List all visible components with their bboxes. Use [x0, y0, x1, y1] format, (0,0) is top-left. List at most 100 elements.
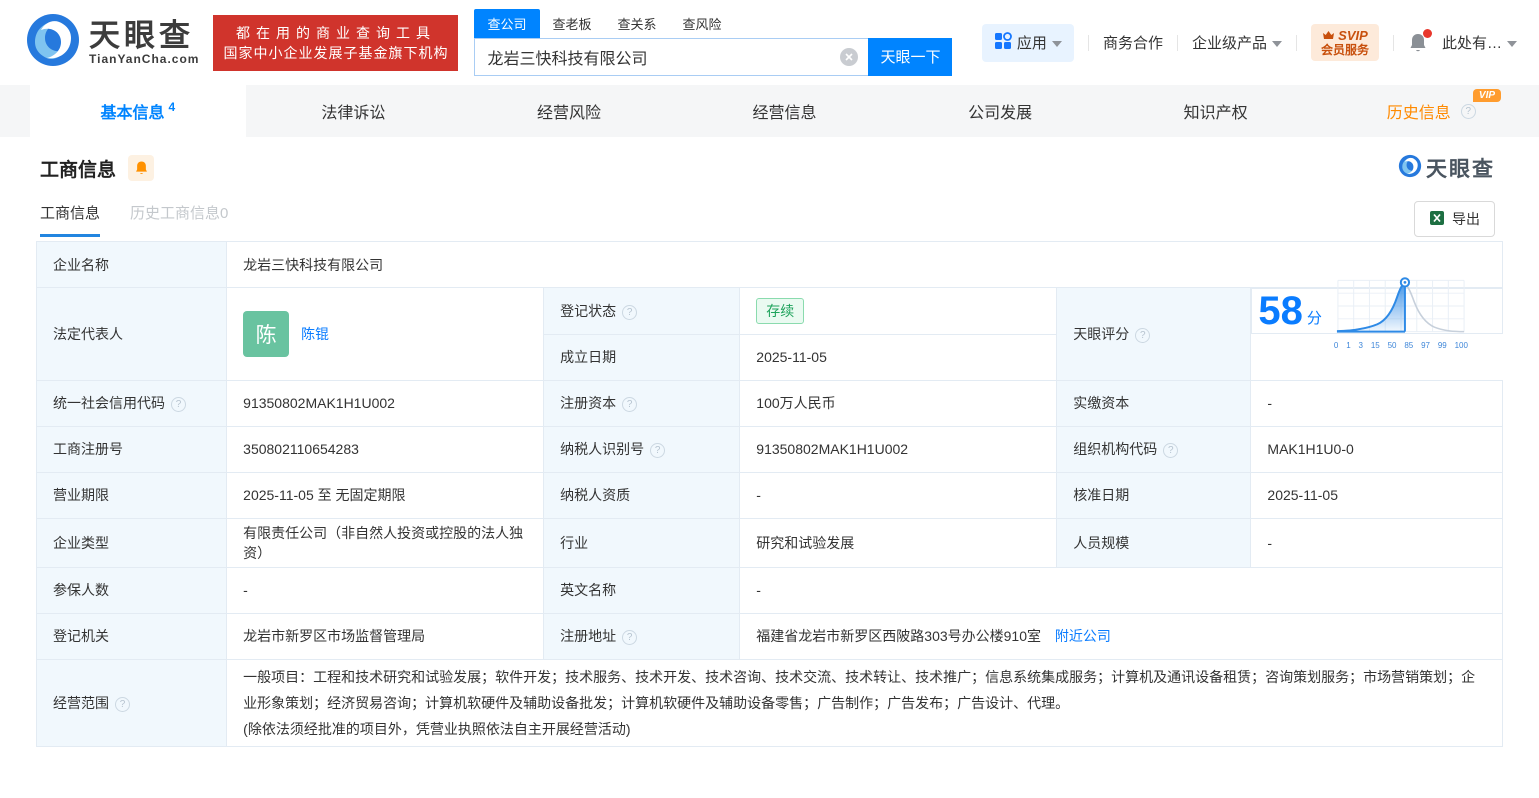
staff-size-value: - [1250, 517, 1503, 568]
tab-intellectual-property[interactable]: 知识产权 [1108, 85, 1324, 137]
search-input-wrap [474, 37, 869, 76]
subtab-row: 工商信息 历史工商信息0 导出 [0, 183, 1539, 237]
slogan-line1: 都在用的商业查询工具 [235, 24, 436, 41]
table-row: 经营范围 一般项目：工程和技术研究和试验发展；软件开发；技术服务、技术开发、技术… [35, 658, 1503, 747]
monitor-bell-icon[interactable] [128, 155, 155, 181]
tianyancha-logo[interactable]: 天眼查 TianYanCha.com [25, 12, 199, 73]
notification-bell-icon[interactable] [1408, 28, 1432, 54]
reg-capital-value: 100万人民币 [739, 379, 1058, 427]
table-row: 统一社会信用代码 91350802MAK1H1U002 注册资本 100万人民币… [35, 379, 1503, 427]
help-icon[interactable] [622, 630, 638, 645]
chevron-down-icon [1271, 40, 1282, 47]
vip-badge: VIP [1472, 89, 1502, 102]
logo-domain: TianYanCha.com [89, 51, 200, 66]
watermark-logo: 天眼查 [1398, 153, 1495, 183]
divider [1087, 34, 1089, 51]
svip-label: SVIP [1338, 28, 1368, 43]
status-badge: 存续 [756, 297, 805, 324]
excel-icon [1429, 210, 1445, 229]
svip-membership-button[interactable]: SVIP 会员服务 [1310, 24, 1379, 61]
logo-title: 天眼查 [89, 17, 194, 53]
company-type-value: 有限责任公司（非自然人投资或控股的法人独资） [226, 517, 545, 568]
help-icon[interactable] [1135, 327, 1151, 343]
business-scope-cell: 一般项目：工程和技术研究和试验发展；软件开发；技术服务、技术开发、技术咨询、技术… [226, 658, 1503, 747]
export-label: 导出 [1452, 211, 1480, 227]
tab-operating-info[interactable]: 经营信息 [677, 85, 893, 137]
main-content: 工商信息 天眼查 工商信息 历史工商信息0 导出 企业名称 龙岩三快科技有限公司… [0, 137, 1539, 747]
search-area: 查公司 查老板 查关系 查风险 天眼一下 [474, 8, 953, 76]
field-label: 经营范围 [35, 658, 228, 747]
tianyancha-swirl-icon [25, 12, 81, 73]
tab-operating-risk[interactable]: 经营风险 [461, 85, 677, 137]
help-icon[interactable] [622, 304, 638, 320]
help-icon[interactable] [1163, 443, 1179, 458]
tab-count-badge: 4 [168, 100, 176, 114]
field-label: 统一社会信用代码 [35, 379, 228, 427]
slogan-line2: 国家中小企业发展子基金旗下机构 [223, 44, 449, 61]
apps-menu[interactable]: 应用 [981, 23, 1074, 62]
avatar: 陈 [243, 310, 290, 357]
search-tabs: 查公司 查老板 查关系 查风险 [474, 8, 952, 38]
business-scope-note: (除依法须经批准的项目外，凭营业执照依法自主开展经营活动) [243, 720, 631, 737]
help-icon[interactable] [622, 397, 638, 412]
search-tab-company[interactable]: 查公司 [474, 8, 540, 38]
watermark-text: 天眼查 [1426, 158, 1495, 181]
nav-cooperation[interactable]: 商务合作 [1103, 32, 1163, 53]
field-label: 工商注册号 [35, 425, 228, 473]
apps-grid-icon [994, 31, 1012, 54]
score-distribution-chart: 01 3 15 50 85 97 99 100 [1332, 272, 1470, 350]
business-scope-value: 一般项目：工程和技术研究和试验发展；软件开发；技术服务、技术开发、技术咨询、技术… [243, 668, 1476, 711]
legal-rep-link[interactable]: 陈锟 [301, 324, 329, 344]
field-label: 营业期限 [35, 471, 228, 519]
search-tab-boss[interactable]: 查老板 [540, 9, 605, 38]
help-icon[interactable] [115, 697, 130, 712]
subtab-history-business-info[interactable]: 历史工商信息0 [130, 202, 228, 237]
field-label: 实缴资本 [1056, 379, 1252, 427]
field-label: 纳税人资质 [543, 471, 741, 519]
field-label: 组织机构代码 [1056, 425, 1252, 473]
tab-legal-litigation[interactable]: 法律诉讼 [246, 85, 462, 137]
tab-company-development[interactable]: 公司发展 [892, 85, 1108, 137]
field-label: 登记状态 [543, 287, 741, 335]
org-code-value: MAK1H1U0-0 [1250, 425, 1503, 473]
header-nav: 应用 商务合作 企业级产品 SVIP 会员服务 此处有… [981, 23, 1517, 62]
help-icon[interactable] [171, 397, 186, 412]
field-label: 纳税人识别号 [543, 425, 741, 473]
section-title: 工商信息 [40, 159, 117, 181]
divider [1295, 34, 1297, 51]
tab-history-info[interactable]: 历史信息 VIP [1323, 85, 1539, 137]
notification-dot [1422, 28, 1432, 38]
divider [1176, 34, 1178, 51]
business-info-table: 企业名称 龙岩三快科技有限公司 法定代表人 陈 陈锟 登记状态 存续 天眼评分 … [35, 241, 1503, 747]
nearby-companies-link[interactable]: 附近公司 [1055, 628, 1111, 644]
establish-date-value: 2025-11-05 [739, 333, 1058, 381]
field-label: 人员规模 [1056, 517, 1252, 568]
slogan-banner: 都在用的商业查询工具 国家中小企业发展子基金旗下机构 [213, 14, 459, 71]
nav-enterprise[interactable]: 企业级产品 [1192, 32, 1282, 53]
apps-label: 应用 [1016, 35, 1047, 52]
field-label: 行业 [543, 517, 741, 568]
help-icon[interactable] [1460, 103, 1476, 119]
field-label: 企业名称 [35, 241, 228, 288]
reg-authority-value: 龙岩市新罗区市场监督管理局 [226, 612, 545, 660]
english-name-value: - [739, 566, 1503, 614]
field-label: 英文名称 [543, 566, 741, 614]
help-icon[interactable] [650, 443, 666, 458]
clear-icon[interactable] [840, 47, 859, 66]
reg-status-value: 存续 [739, 287, 1058, 335]
search-tab-relation[interactable]: 查关系 [605, 9, 670, 38]
chart-axis-ticks: 01 3 15 50 85 97 99 100 [1333, 341, 1468, 350]
tab-basic-info[interactable]: 基本信息 4 [30, 85, 246, 137]
search-input[interactable] [487, 47, 841, 66]
subtab-business-info[interactable]: 工商信息 [40, 202, 101, 237]
user-menu[interactable]: 此处有… [1442, 32, 1517, 53]
reg-address-cell: 福建省龙岩市新罗区西陂路303号办公楼910室 附近公司 [739, 612, 1503, 660]
field-label: 注册资本 [543, 379, 741, 427]
export-button[interactable]: 导出 [1414, 201, 1495, 237]
chevron-down-icon [1507, 40, 1517, 47]
company-tab-bar: 基本信息 4 法律诉讼 经营风险 经营信息 公司发展 知识产权 历史信息 VIP [0, 85, 1539, 137]
search-tab-risk[interactable]: 查风险 [670, 9, 735, 38]
table-row: 企业类型 有限责任公司（非自然人投资或控股的法人独资） 行业 研究和试验发展 人… [35, 517, 1503, 568]
field-label: 登记机关 [35, 612, 228, 660]
search-button[interactable]: 天眼一下 [868, 37, 953, 76]
